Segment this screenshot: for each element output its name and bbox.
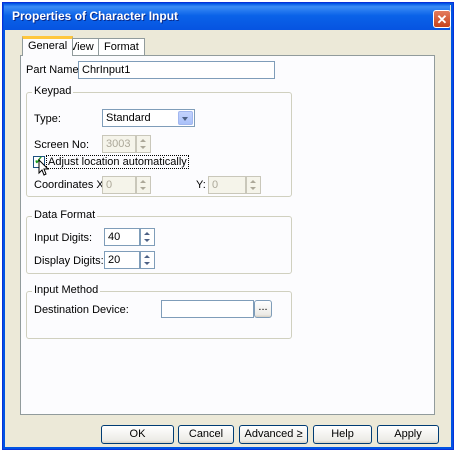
spin-up-icon: [250, 180, 256, 183]
spin-up-icon: [144, 255, 150, 258]
display-digits-input[interactable]: 20: [104, 251, 140, 269]
close-button[interactable]: ✕: [433, 10, 451, 28]
display-digits-label: Display Digits:: [34, 255, 104, 267]
input-digits-spinner[interactable]: [140, 228, 155, 246]
window-title: Properties of Character Input: [12, 9, 179, 23]
spin-down-icon: [144, 239, 150, 242]
tab-general[interactable]: General: [22, 36, 74, 56]
destination-device-label: Destination Device:: [34, 304, 129, 316]
coordinate-x-input[interactable]: 0: [102, 176, 136, 194]
spin-down-icon: [140, 187, 146, 190]
type-select[interactable]: Standard: [102, 109, 195, 127]
coordinate-y-label: Y:: [196, 179, 206, 191]
coordinate-y-spinner[interactable]: [246, 176, 261, 194]
spin-down-icon: [144, 262, 150, 265]
keypad-legend: Keypad: [32, 85, 74, 97]
coordinates-label: Coordinates X:: [34, 179, 107, 191]
apply-button[interactable]: Apply: [377, 425, 439, 444]
spin-down-icon: [250, 187, 256, 190]
tab-format[interactable]: Format: [98, 38, 145, 56]
display-digits-spinner[interactable]: [140, 251, 155, 269]
input-method-legend: Input Method: [32, 284, 101, 296]
chevron-down-icon[interactable]: [178, 111, 193, 125]
close-icon: ✕: [436, 12, 448, 27]
screen-no-spinner[interactable]: [136, 135, 151, 153]
screen-no-input[interactable]: 3003: [102, 135, 136, 153]
part-name-label: Part Name:: [26, 64, 82, 76]
cancel-button[interactable]: Cancel: [178, 425, 234, 444]
help-button[interactable]: Help: [313, 425, 372, 444]
coordinate-y-input[interactable]: 0: [208, 176, 246, 194]
browse-button[interactable]: ...: [254, 300, 272, 318]
title-bar[interactable]: Properties of Character Input ✕: [4, 4, 451, 30]
spin-up-icon: [140, 180, 146, 183]
spin-down-icon: [140, 146, 146, 149]
ok-button[interactable]: OK: [101, 425, 174, 444]
type-label: Type:: [34, 113, 61, 125]
screen-no-label: Screen No:: [34, 139, 90, 151]
spin-up-icon: [140, 139, 146, 142]
input-digits-input[interactable]: 40: [104, 228, 140, 246]
mouse-cursor-icon: [38, 159, 50, 176]
type-select-value: Standard: [106, 112, 151, 124]
spin-up-icon: [144, 232, 150, 235]
adjust-location-label[interactable]: Adjust location automatically: [46, 155, 189, 169]
part-name-input[interactable]: ChrInput1: [78, 61, 275, 79]
coordinate-x-spinner[interactable]: [136, 176, 151, 194]
advanced-button[interactable]: Advanced ≥: [239, 425, 308, 444]
data-format-legend: Data Format: [32, 209, 98, 221]
input-digits-label: Input Digits:: [34, 232, 93, 244]
destination-device-input[interactable]: [161, 300, 254, 318]
